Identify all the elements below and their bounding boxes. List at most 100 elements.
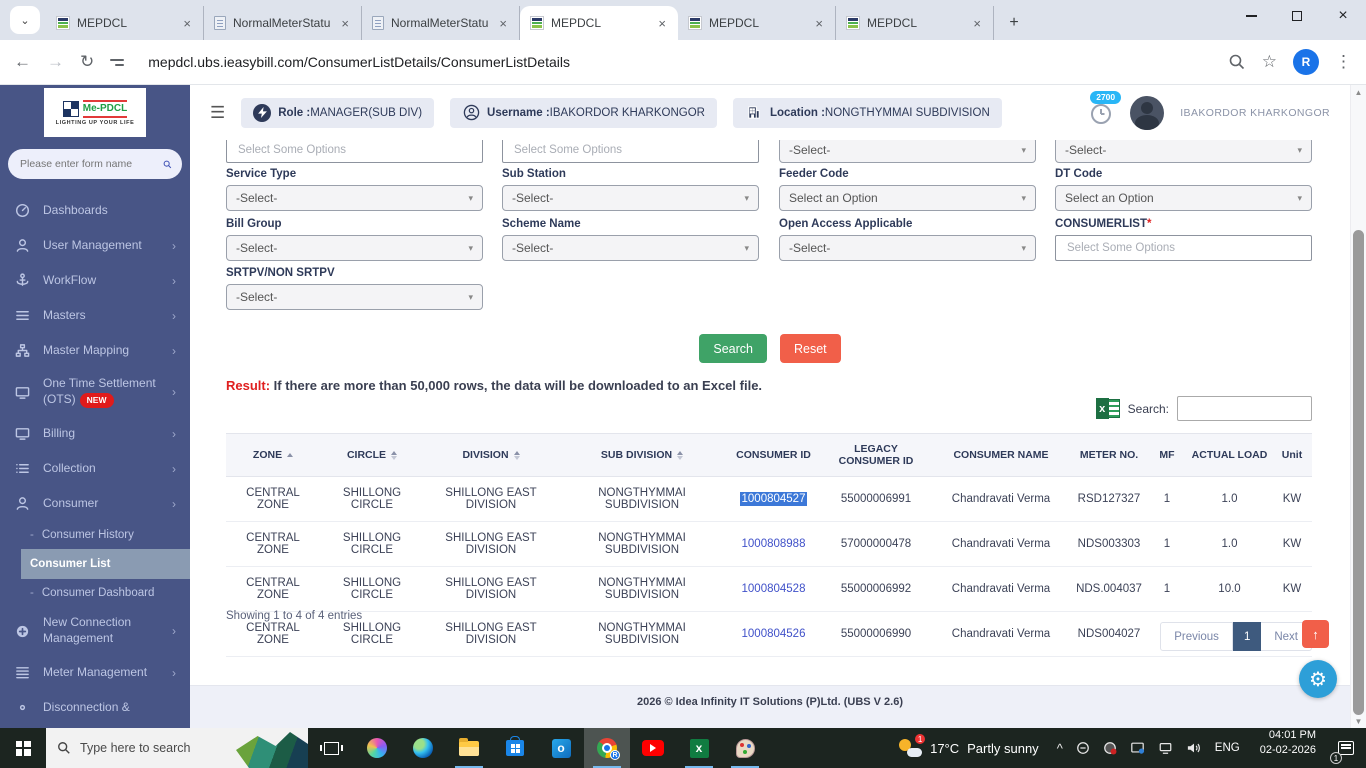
url-text[interactable]: mepdcl.ubs.ieasybill.com/ConsumerListDet…	[148, 54, 1212, 70]
network-icon[interactable]	[1158, 741, 1173, 755]
table-search-input[interactable]	[1177, 396, 1312, 421]
taskbar-app-file-explorer[interactable]	[446, 728, 492, 768]
search-icon[interactable]	[163, 157, 172, 172]
onedrive-icon[interactable]	[1103, 741, 1117, 755]
tab-search-button[interactable]: ⌄	[10, 6, 40, 34]
column-header-unit[interactable]: Unit	[1272, 434, 1312, 477]
column-header-consumer-id[interactable]: CONSUMER ID	[726, 434, 821, 477]
sidebar-subitem-consumer-history[interactable]: - Consumer History	[0, 521, 190, 549]
taskbar-clock[interactable]: 04:01 PM 02-02-2026	[1250, 728, 1326, 768]
column-header-mf[interactable]: MF	[1147, 434, 1187, 477]
bookmark-star-icon[interactable]: ☆	[1262, 52, 1277, 72]
browser-tab[interactable]: MEPDCL ×	[46, 6, 204, 40]
window-maximize-button[interactable]	[1274, 0, 1320, 32]
column-header-legacy-consumer-id[interactable]: LEGACY CONSUMER ID	[821, 434, 931, 477]
window-close-button[interactable]: ×	[1320, 0, 1366, 32]
reset-button[interactable]: Reset	[780, 334, 841, 363]
sidebar-item-masters[interactable]: Masters ›	[0, 298, 190, 333]
consumerlist-input[interactable]	[1065, 241, 1302, 255]
column-header-sub-division[interactable]: SUB DIVISION	[558, 434, 726, 477]
scheme-name-select[interactable]: -Select-▾	[502, 235, 759, 261]
column-header-meter-no[interactable]: METER NO.	[1071, 434, 1147, 477]
language-indicator[interactable]: ENG	[1215, 742, 1240, 754]
new-tab-button[interactable]: +	[1000, 9, 1028, 37]
taskbar-app-paint[interactable]	[722, 728, 768, 768]
sidebar-item-disconnection[interactable]: Disconnection &	[0, 690, 190, 725]
sidebar-item-dashboards[interactable]: Dashboards	[0, 193, 190, 228]
browser-tab[interactable]: MEPDCL ×	[836, 6, 994, 40]
feeder-code-select[interactable]: Select an Option▾	[779, 185, 1036, 211]
profile-avatar[interactable]	[1130, 96, 1164, 130]
taskbar-app-excel[interactable]: x	[676, 728, 722, 768]
scroll-top-button[interactable]: ↑	[1302, 620, 1329, 648]
site-info-icon[interactable]	[110, 51, 132, 73]
sidebar-subitem-consumer-dashboard[interactable]: - Consumer Dashboard	[0, 579, 190, 607]
window-minimize-button[interactable]	[1228, 0, 1274, 32]
browser-tab[interactable]: NormalMeterStatus17 ×	[204, 6, 362, 40]
service-type-select[interactable]: -Select-▾	[226, 185, 483, 211]
start-button[interactable]	[0, 728, 46, 768]
taskbar-app-chrome[interactable]: R	[584, 728, 630, 768]
browser-tab[interactable]: NormalMeterStatus_1 ×	[362, 6, 520, 40]
settings-fab[interactable]: ⚙	[1299, 660, 1337, 698]
consumer-id-link[interactable]: 1000808988	[742, 538, 806, 550]
open-access-select[interactable]: -Select-▾	[779, 235, 1036, 261]
select-dropdown[interactable]: -Select-▾	[779, 140, 1036, 163]
tab-close-icon[interactable]: ×	[654, 16, 670, 31]
consumer-id-link-selected[interactable]: 1000804527	[740, 492, 808, 506]
taskbar-app-store[interactable]	[492, 728, 538, 768]
tab-close-icon[interactable]: ×	[337, 16, 353, 31]
sidebar-item-user-management[interactable]: User Management ›	[0, 228, 190, 263]
tab-close-icon[interactable]: ×	[811, 16, 827, 31]
consumer-id-link[interactable]: 1000804526	[742, 628, 806, 640]
sidebar-item-billing[interactable]: Billing ›	[0, 416, 190, 451]
hamburger-icon[interactable]: ☰	[210, 103, 225, 123]
forward-button[interactable]: →	[47, 52, 64, 72]
browser-tab[interactable]: MEPDCL ×	[678, 6, 836, 40]
zoom-icon[interactable]	[1228, 53, 1246, 71]
back-button[interactable]: ←	[14, 52, 31, 72]
search-button[interactable]: Search	[699, 334, 767, 363]
volume-icon[interactable]	[1186, 741, 1202, 755]
notification-center-button[interactable]: 1	[1326, 728, 1366, 768]
taskbar-app-edge[interactable]	[400, 728, 446, 768]
multiselect-input[interactable]	[512, 143, 749, 157]
column-header-zone[interactable]: ZONE	[226, 434, 320, 477]
session-clock[interactable]: 2700	[1088, 100, 1114, 126]
sub-station-select[interactable]: -Select-▾	[502, 185, 759, 211]
bill-group-select[interactable]: -Select-▾	[226, 235, 483, 261]
browser-menu-icon[interactable]: ⋮	[1335, 52, 1352, 72]
tab-close-icon[interactable]: ×	[969, 16, 985, 31]
taskbar-app-copilot[interactable]	[354, 728, 400, 768]
column-header-consumer-name[interactable]: CONSUMER NAME	[931, 434, 1071, 477]
meet-now-icon[interactable]	[1076, 741, 1090, 755]
scrollbar-up-arrow[interactable]: ▲	[1351, 85, 1366, 99]
sidebar-search-input[interactable]	[18, 157, 157, 171]
sidebar-item-workflow[interactable]: WorkFlow ›	[0, 263, 190, 298]
sidebar-item-master-mapping[interactable]: Master Mapping ›	[0, 333, 190, 368]
taskbar-app-outlook[interactable]: o	[538, 728, 584, 768]
browser-profile-avatar[interactable]: R	[1293, 49, 1319, 75]
taskbar-search[interactable]: Type here to search	[46, 728, 308, 768]
tab-close-icon[interactable]: ×	[495, 16, 511, 31]
column-header-circle[interactable]: CIRCLE	[320, 434, 424, 477]
sidebar-subitem-consumer-list[interactable]: Consumer List	[21, 549, 190, 579]
pagination-page-1[interactable]: 1	[1233, 622, 1261, 651]
page-scrollbar[interactable]: ▲ ▼	[1350, 85, 1366, 728]
scrollbar-down-arrow[interactable]: ▼	[1351, 714, 1366, 728]
task-view-button[interactable]	[308, 728, 354, 768]
dt-code-select[interactable]: Select an Option▾	[1055, 185, 1312, 211]
taskbar-app-youtube[interactable]	[630, 728, 676, 768]
sidebar-item-collection[interactable]: Collection ›	[0, 451, 190, 486]
scrollbar-thumb[interactable]	[1353, 230, 1364, 715]
sidebar-item-meter-management[interactable]: Meter Management ›	[0, 655, 190, 690]
select-dropdown[interactable]: -Select-▾	[1055, 140, 1312, 163]
column-header-division[interactable]: DIVISION	[424, 434, 558, 477]
sidebar-item-consumer[interactable]: Consumer ›	[0, 486, 190, 521]
browser-tab-active[interactable]: MEPDCL ×	[520, 6, 678, 40]
taskbar-weather[interactable]: 1 17°C Partly sunny	[890, 728, 1047, 768]
multiselect-input[interactable]	[236, 143, 473, 157]
excel-export-icon[interactable]: x	[1096, 398, 1120, 419]
reload-button[interactable]: ↻	[80, 52, 94, 72]
consumer-id-link[interactable]: 1000804528	[742, 583, 806, 595]
